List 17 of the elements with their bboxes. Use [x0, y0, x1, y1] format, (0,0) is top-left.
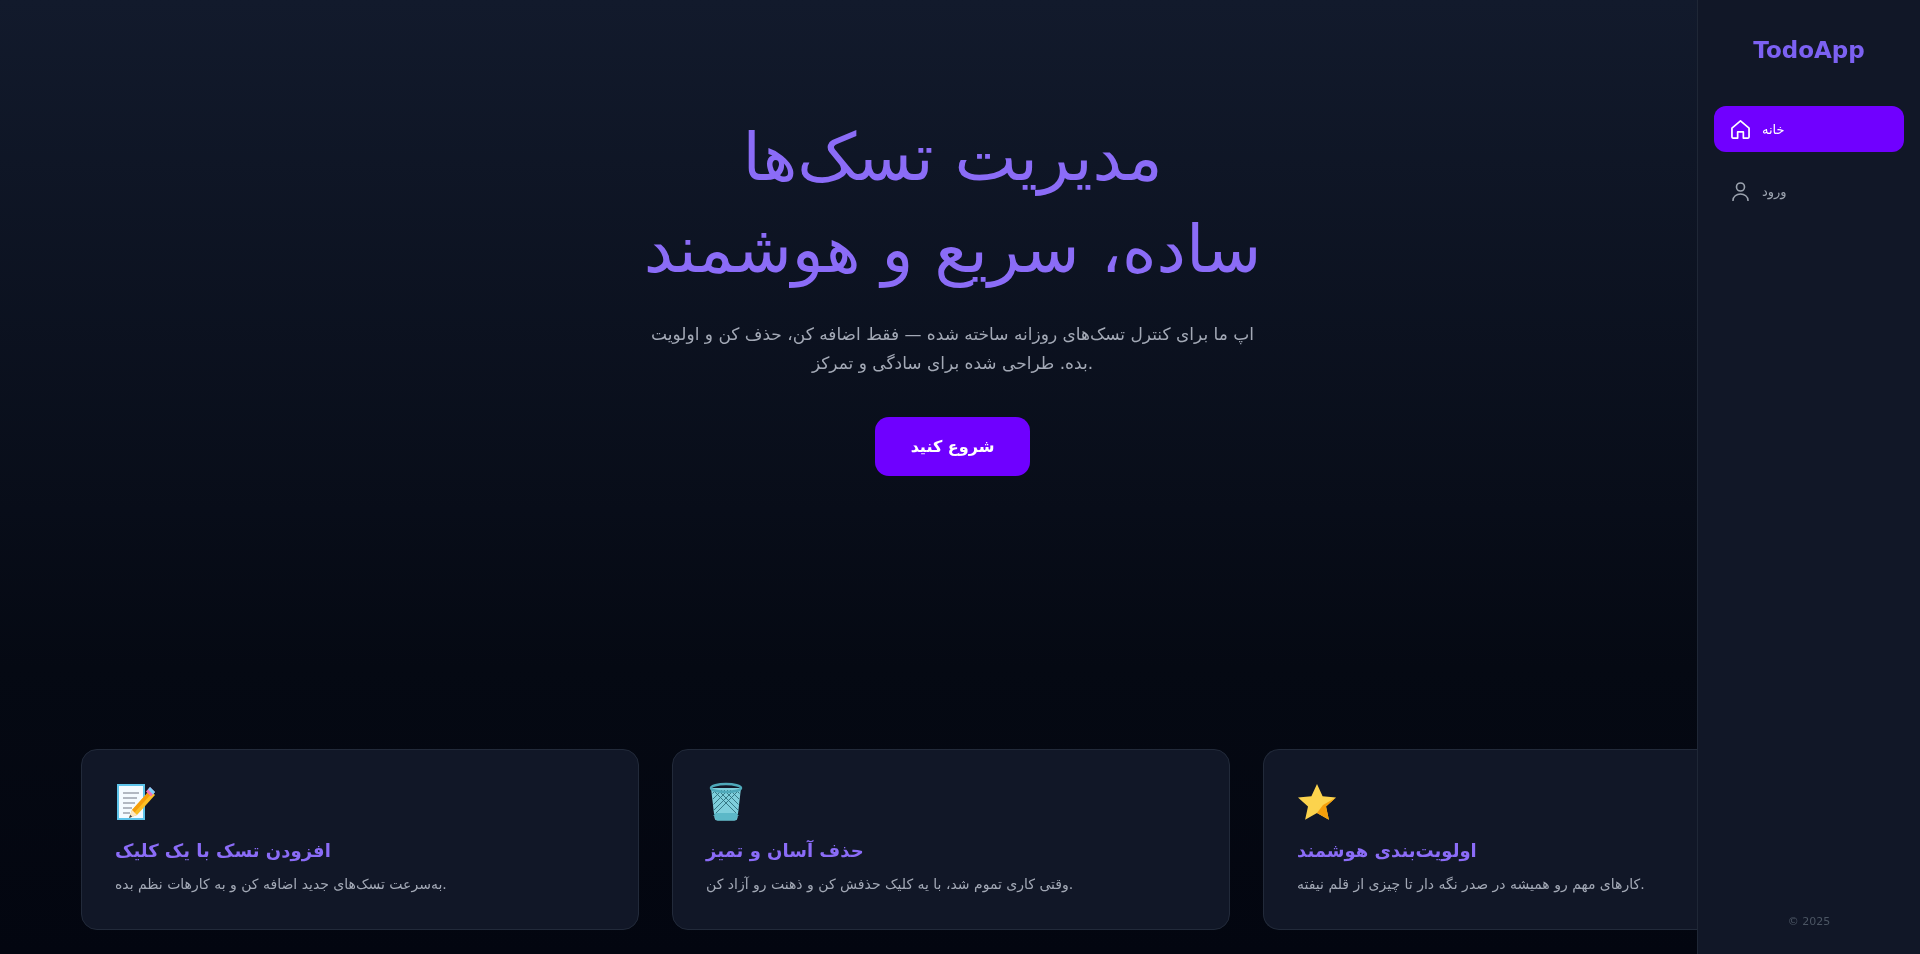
memo-pencil-icon: [115, 782, 155, 822]
star-icon: [1297, 782, 1337, 822]
hero-description: اپ ما برای کنترل تسک‌های روزانه ساخته شده — فقط اضافه کن، حذف کن و اولویت بده. طراحی شده برای سادگی و تمرکز.: [650, 323, 1255, 375]
user-icon: [1731, 181, 1750, 201]
feature-title: حذف آسان و تمیز: [706, 839, 864, 864]
feature-title: اولویت‌بندی هوشمند: [1297, 839, 1477, 864]
copyright-text: © 2025: [1786, 915, 1832, 930]
hero-heading: مدیریت تسک‌ها ساده، سریع و هوشمند: [643, 118, 1262, 290]
nav-item[interactable]: خانه: [1714, 106, 1904, 152]
feature-title: افزودن تسک با یک کلیک: [115, 839, 331, 864]
get-started-button[interactable]: شروع کنید: [875, 417, 1030, 476]
feature-description: به‌سرعت تسک‌های جدید اضافه کن و به کارهات نظم بده.: [115, 875, 447, 895]
nav-item[interactable]: ورود: [1714, 168, 1904, 214]
feature-description: کارهای مهم رو همیشه در صدر نگه دار تا چیزی از قلم نیفته.: [1297, 875, 1645, 895]
feature-description: وقتی کاری تموم شد، با یه کلیک حذفش کن و ذهنت رو آزاد کن.: [706, 875, 1074, 895]
app-logo: TodoApp: [1752, 36, 1866, 65]
home-icon: [1731, 119, 1750, 139]
